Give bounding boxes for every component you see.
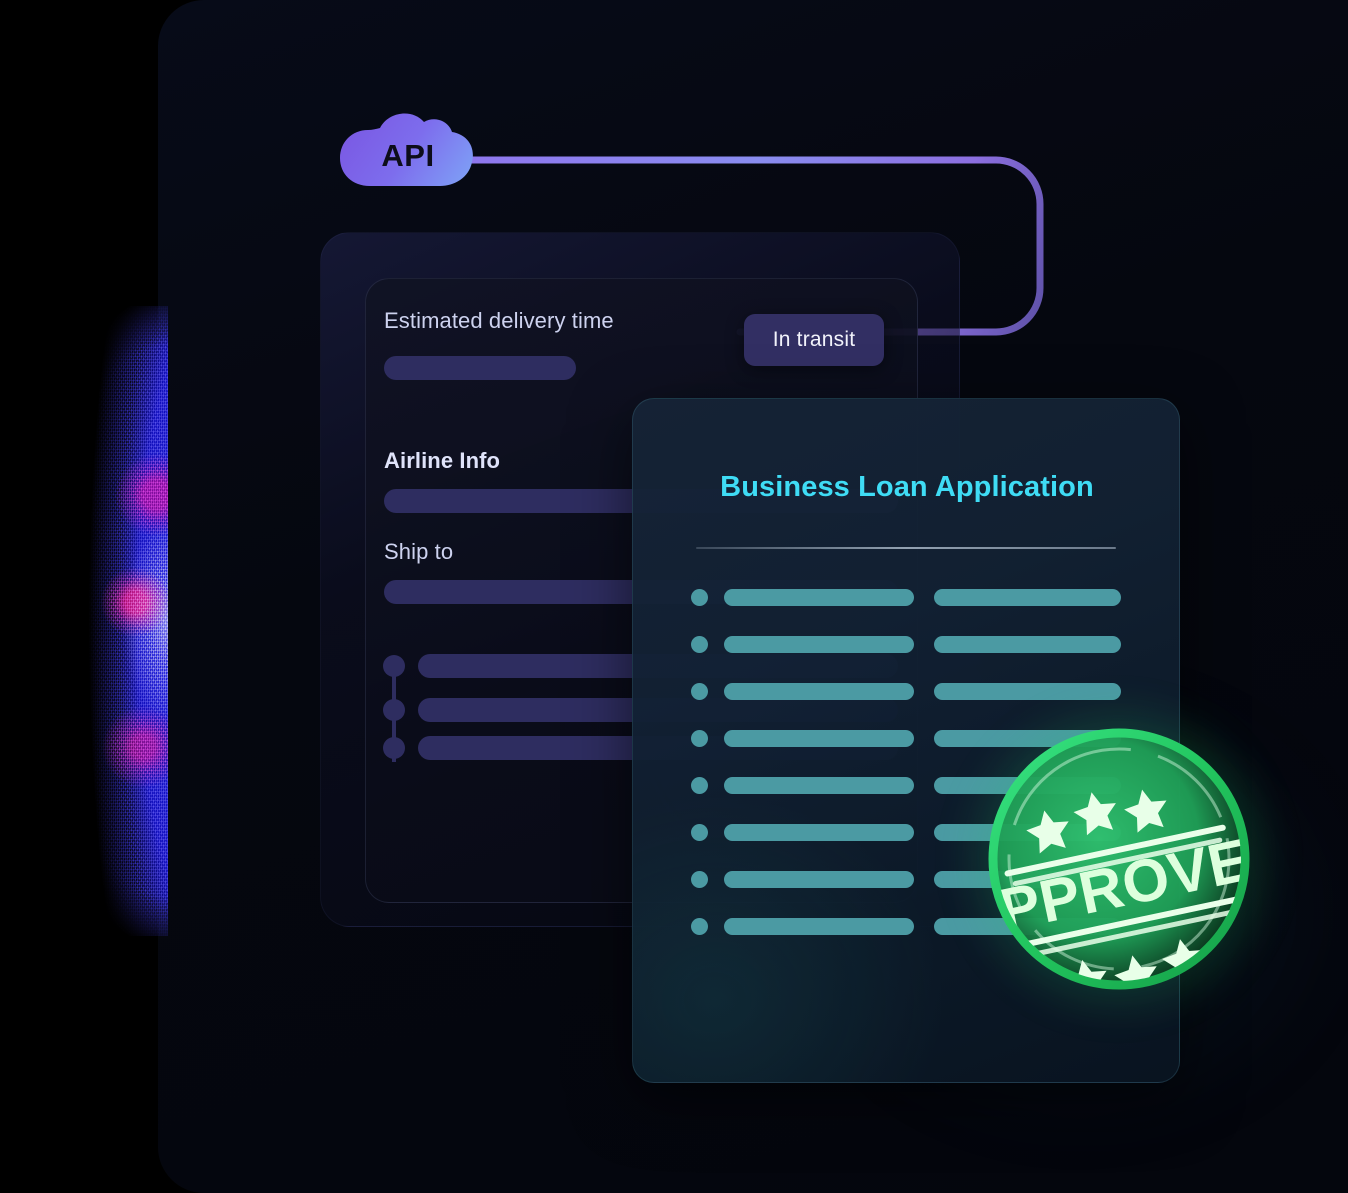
loan-row-bullet: [691, 871, 708, 888]
loan-row-bullet: [691, 589, 708, 606]
loan-row-bar-left: [724, 824, 914, 841]
loan-card-title: Business Loan Application: [720, 471, 1094, 503]
loan-row-bullet: [691, 824, 708, 841]
loan-row: [691, 683, 1121, 701]
loan-row-bar-left: [724, 918, 914, 935]
loan-row-bar-left: [724, 730, 914, 747]
airline-info-label: Airline Info: [384, 448, 501, 473]
loan-row: [691, 589, 1121, 607]
scene-root: API Estimated delivery time Airline Info…: [0, 0, 1348, 1193]
noise-artifact-steps: [22, 306, 168, 936]
status-badge-label: In transit: [772, 328, 856, 351]
loan-row-bar-right: [934, 589, 1121, 606]
loan-row-bar-left: [724, 636, 914, 653]
timeline-dot-3: [383, 737, 405, 759]
noise-artifact: [22, 306, 168, 936]
estimated-delivery-placeholder: [384, 356, 576, 380]
loan-row-bullet: [691, 730, 708, 747]
timeline-dot-1: [383, 655, 405, 677]
estimated-delivery-label: Estimated delivery time: [384, 308, 614, 333]
loan-row-bar-left: [724, 777, 914, 794]
loan-row-bar-left: [724, 683, 914, 700]
api-cloud-label: API: [381, 138, 435, 173]
api-cloud-node[interactable]: API: [336, 106, 476, 202]
loan-card-divider: [696, 547, 1116, 549]
loan-row: [691, 636, 1121, 654]
loan-row-bullet: [691, 636, 708, 653]
loan-row-bar-right: [934, 636, 1121, 653]
approved-stamp: APPROVED: [954, 694, 1284, 1024]
ship-to-label: Ship to: [384, 539, 454, 564]
loan-row-bar-left: [724, 589, 914, 606]
loan-row-bar-left: [724, 871, 914, 888]
loan-row-bullet: [691, 683, 708, 700]
status-badge[interactable]: In transit: [744, 314, 884, 366]
loan-row-bullet: [691, 918, 708, 935]
timeline-dot-2: [383, 699, 405, 721]
loan-row-bullet: [691, 777, 708, 794]
